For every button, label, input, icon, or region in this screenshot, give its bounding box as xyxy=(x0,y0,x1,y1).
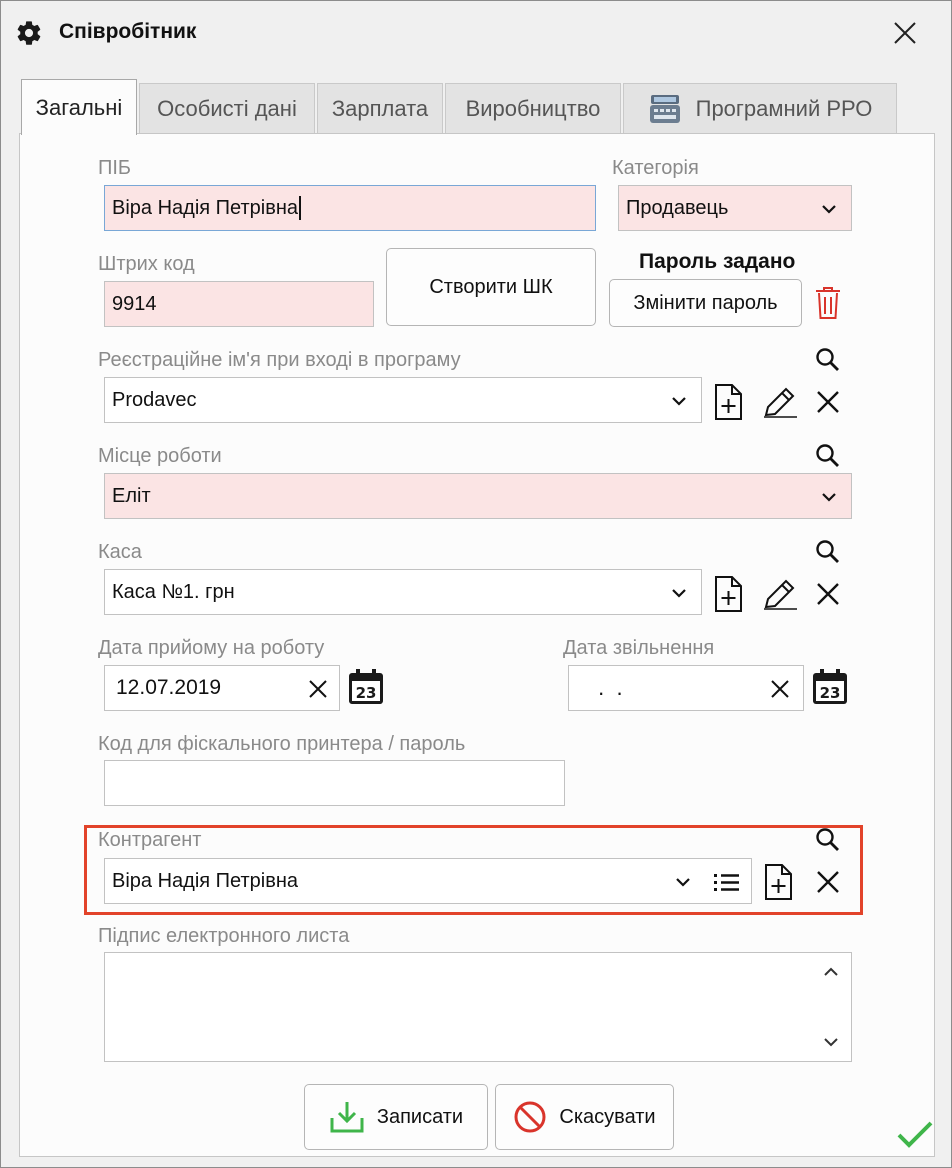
calendar-day: 23 xyxy=(820,684,841,702)
chevron-down-icon[interactable] xyxy=(669,391,689,411)
hire-date-value: 12.07.2019 xyxy=(116,676,222,699)
category-value: Продавець xyxy=(626,196,729,219)
password-status: Пароль задано xyxy=(639,250,796,273)
search-icon[interactable] xyxy=(813,345,847,379)
title-bar: Співробітник xyxy=(1,1,951,65)
workplace-label: Місце роботи xyxy=(98,445,222,467)
fiscal-code-label: Код для фіскального принтера / пароль xyxy=(98,733,466,755)
calendar-icon[interactable]: 23 xyxy=(812,669,847,704)
pencil-icon[interactable] xyxy=(761,385,797,419)
counterparty-value: Віра Надія Петрівна xyxy=(112,869,299,892)
cash-register-icon xyxy=(648,92,682,126)
add-document-icon[interactable] xyxy=(762,863,796,900)
pencil-icon[interactable] xyxy=(761,577,797,611)
category-select[interactable]: Продавець xyxy=(618,185,852,231)
create-barcode-button[interactable]: Створити ШК xyxy=(386,248,596,326)
text-caret xyxy=(299,196,302,220)
chevron-down-icon[interactable] xyxy=(669,583,689,603)
trash-icon[interactable] xyxy=(813,285,847,319)
dismiss-date-input[interactable]: . . xyxy=(568,665,804,711)
clear-icon[interactable] xyxy=(813,579,847,613)
calendar-icon[interactable]: 23 xyxy=(348,669,383,704)
create-barcode-label: Створити ШК xyxy=(429,275,553,298)
category-label: Категорія xyxy=(612,157,699,179)
cash-select[interactable]: Каса №1. грн xyxy=(104,569,702,615)
counterparty-label: Контрагент xyxy=(98,829,202,851)
list-icon[interactable] xyxy=(713,870,741,894)
barcode-label: Штрих код xyxy=(98,253,195,275)
cancel-button-label: Скасувати xyxy=(559,1105,656,1128)
employee-dialog: Співробітник Загальні Особисті дані Зарп… xyxy=(0,0,952,1168)
save-button-label: Записати xyxy=(376,1105,464,1128)
login-name-select[interactable]: Prodavec xyxy=(104,377,702,423)
tab-personal-data[interactable]: Особисті дані xyxy=(139,83,315,133)
barcode-input[interactable]: 9914 xyxy=(104,281,374,327)
tab-production[interactable]: Виробництво xyxy=(445,83,621,133)
dismiss-date-label: Дата звільнення xyxy=(563,637,715,659)
tab-general-label: Загальні xyxy=(35,94,123,120)
scroll-down-icon[interactable] xyxy=(821,1033,841,1051)
search-icon[interactable] xyxy=(813,537,847,571)
fiscal-code-input[interactable] xyxy=(104,760,565,806)
tab-production-label: Виробництво xyxy=(465,95,601,121)
hire-date-input[interactable]: 12.07.2019 xyxy=(104,665,340,711)
tab-general[interactable]: Загальні xyxy=(21,79,137,135)
clear-icon[interactable] xyxy=(813,867,847,901)
chevron-down-icon[interactable] xyxy=(673,872,693,892)
close-icon[interactable] xyxy=(887,15,923,51)
clear-icon[interactable] xyxy=(769,678,791,700)
tab-salary-label: Зарплата xyxy=(331,95,429,121)
save-icon xyxy=(329,1100,365,1134)
clear-icon[interactable] xyxy=(813,387,847,421)
window-title: Співробітник xyxy=(59,20,197,43)
tab-salary[interactable]: Зарплата xyxy=(317,83,443,133)
change-password-label: Змінити пароль xyxy=(633,291,778,314)
tab-software-rro[interactable]: Програмний РРО xyxy=(623,83,897,133)
search-icon[interactable] xyxy=(813,441,847,475)
scroll-up-icon[interactable] xyxy=(821,963,841,981)
cash-value: Каса №1. грн xyxy=(112,580,235,603)
chevron-down-icon[interactable] xyxy=(819,199,839,219)
calendar-day: 23 xyxy=(356,684,377,702)
save-button[interactable]: Записати xyxy=(304,1084,488,1150)
search-icon[interactable] xyxy=(813,825,847,859)
add-document-icon[interactable] xyxy=(712,383,746,420)
cancel-icon xyxy=(513,1100,547,1134)
pib-value: Віра Надія Петрівна xyxy=(112,196,299,219)
email-signature-textarea[interactable] xyxy=(104,952,852,1062)
change-password-button[interactable]: Змінити пароль xyxy=(609,279,802,327)
chevron-down-icon[interactable] xyxy=(819,487,839,507)
tab-personal-data-label: Особисті дані xyxy=(157,95,297,121)
pib-input[interactable]: Віра Надія Петрівна xyxy=(104,185,596,231)
gear-icon xyxy=(15,19,43,47)
clear-icon[interactable] xyxy=(307,678,329,700)
check-icon xyxy=(895,1119,935,1151)
hire-date-label: Дата прийому на роботу xyxy=(98,637,325,659)
email-signature-label: Підпис електронного листа xyxy=(98,925,350,947)
cash-label: Каса xyxy=(98,541,142,563)
barcode-value: 9914 xyxy=(112,292,157,315)
login-name-label: Реєстраційне ім'я при вході в програму xyxy=(98,349,461,371)
counterparty-select[interactable]: Віра Надія Петрівна xyxy=(104,858,752,904)
workplace-select[interactable]: Еліт xyxy=(104,473,852,519)
login-name-value: Prodavec xyxy=(112,388,197,411)
pib-label: ПІБ xyxy=(98,157,132,179)
tab-software-rro-label: Програмний РРО xyxy=(695,95,873,121)
add-document-icon[interactable] xyxy=(712,575,746,612)
cancel-button[interactable]: Скасувати xyxy=(495,1084,674,1150)
dismiss-date-value: . . xyxy=(592,675,629,700)
workplace-value: Еліт xyxy=(112,484,151,507)
